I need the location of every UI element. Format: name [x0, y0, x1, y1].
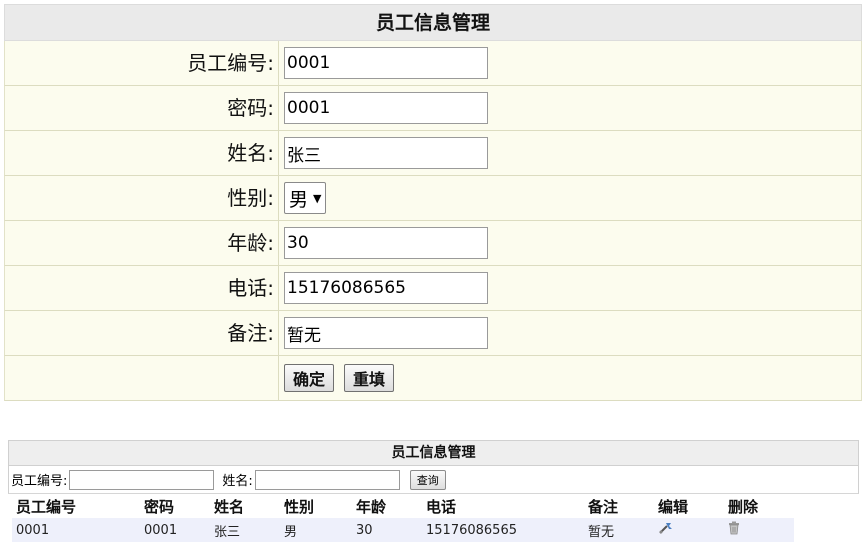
list-title: 员工信息管理: [8, 440, 859, 466]
gender-label: 性别:: [5, 176, 279, 220]
col-header-gender: 性别: [284, 497, 315, 516]
col-header-name: 姓名: [214, 497, 245, 516]
row-age: 年龄:: [4, 221, 862, 266]
col-header-delete: 删除: [728, 497, 759, 516]
age-field[interactable]: [284, 227, 488, 259]
reset-button[interactable]: 重填: [344, 364, 395, 392]
gender-selected-value: 男: [289, 188, 309, 211]
employee-list-panel: 员工信息管理 员工编号: 姓名: 查询 员工编号 密码 姓名 性别 年龄 电话 …: [8, 440, 859, 542]
row-phone: 电话:: [4, 266, 862, 311]
col-header-note: 备注: [588, 497, 619, 516]
search-bar: 员工编号: 姓名: 查询: [8, 466, 859, 494]
col-header-age: 年龄: [356, 497, 387, 516]
col-header-id: 员工编号: [16, 497, 77, 516]
employee-id-field[interactable]: [284, 47, 488, 79]
phone-label: 电话:: [5, 266, 279, 310]
gender-select[interactable]: 男 ▼: [284, 182, 327, 214]
employee-table: 员工编号 密码 姓名 性别 年龄 电话 备注 编辑 删除 0001 0001 张…: [12, 494, 794, 542]
employee-id-label: 员工编号:: [5, 41, 279, 85]
query-button[interactable]: 查询: [409, 469, 446, 490]
employee-form: 员工信息管理 员工编号: 密码: 姓名: 性别: 男 ▼ 年龄: 电话: 备注:: [4, 4, 862, 401]
cell-note: 暂无: [584, 518, 654, 542]
dropdown-arrow-icon: ▼: [313, 191, 322, 205]
trash-icon[interactable]: [728, 521, 740, 539]
cell-id: 0001: [12, 518, 140, 542]
edit-icon[interactable]: [658, 521, 674, 539]
confirm-button[interactable]: 确定: [284, 364, 335, 392]
cell-edit: [654, 518, 724, 542]
col-header-edit: 编辑: [658, 497, 689, 516]
search-name-input[interactable]: [254, 469, 400, 490]
note-label: 备注:: [5, 311, 279, 355]
row-name: 姓名:: [4, 131, 862, 176]
search-id-input[interactable]: [69, 469, 215, 490]
age-label: 年龄:: [5, 221, 279, 265]
cell-password: 0001: [140, 518, 210, 542]
row-password: 密码:: [4, 86, 862, 131]
cell-phone: 15176086565: [422, 518, 584, 542]
search-name-label: 姓名:: [222, 474, 253, 489]
row-employee-id: 员工编号:: [4, 41, 862, 86]
cell-delete: [724, 518, 794, 542]
name-label: 姓名:: [5, 131, 279, 175]
row-actions: 确定 重填: [4, 356, 862, 401]
note-field[interactable]: [284, 317, 488, 349]
form-title: 员工信息管理: [4, 4, 862, 41]
table-row[interactable]: 0001 0001 张三 男 30 15176086565 暂无: [12, 518, 794, 542]
actions-label-cell: [5, 356, 279, 400]
password-label: 密码:: [5, 86, 279, 130]
cell-gender: 男: [280, 518, 352, 542]
search-id-label: 员工编号:: [11, 474, 68, 489]
col-header-password: 密码: [144, 497, 175, 516]
phone-field[interactable]: [284, 272, 488, 304]
col-header-phone: 电话: [426, 497, 457, 516]
row-note: 备注:: [4, 311, 862, 356]
cell-age: 30: [352, 518, 422, 542]
password-field[interactable]: [284, 92, 488, 124]
name-field[interactable]: [284, 137, 488, 169]
row-gender: 性别: 男 ▼: [4, 176, 862, 221]
cell-name: 张三: [210, 518, 280, 542]
table-header: 员工编号 密码 姓名 性别 年龄 电话 备注 编辑 删除: [12, 494, 794, 518]
